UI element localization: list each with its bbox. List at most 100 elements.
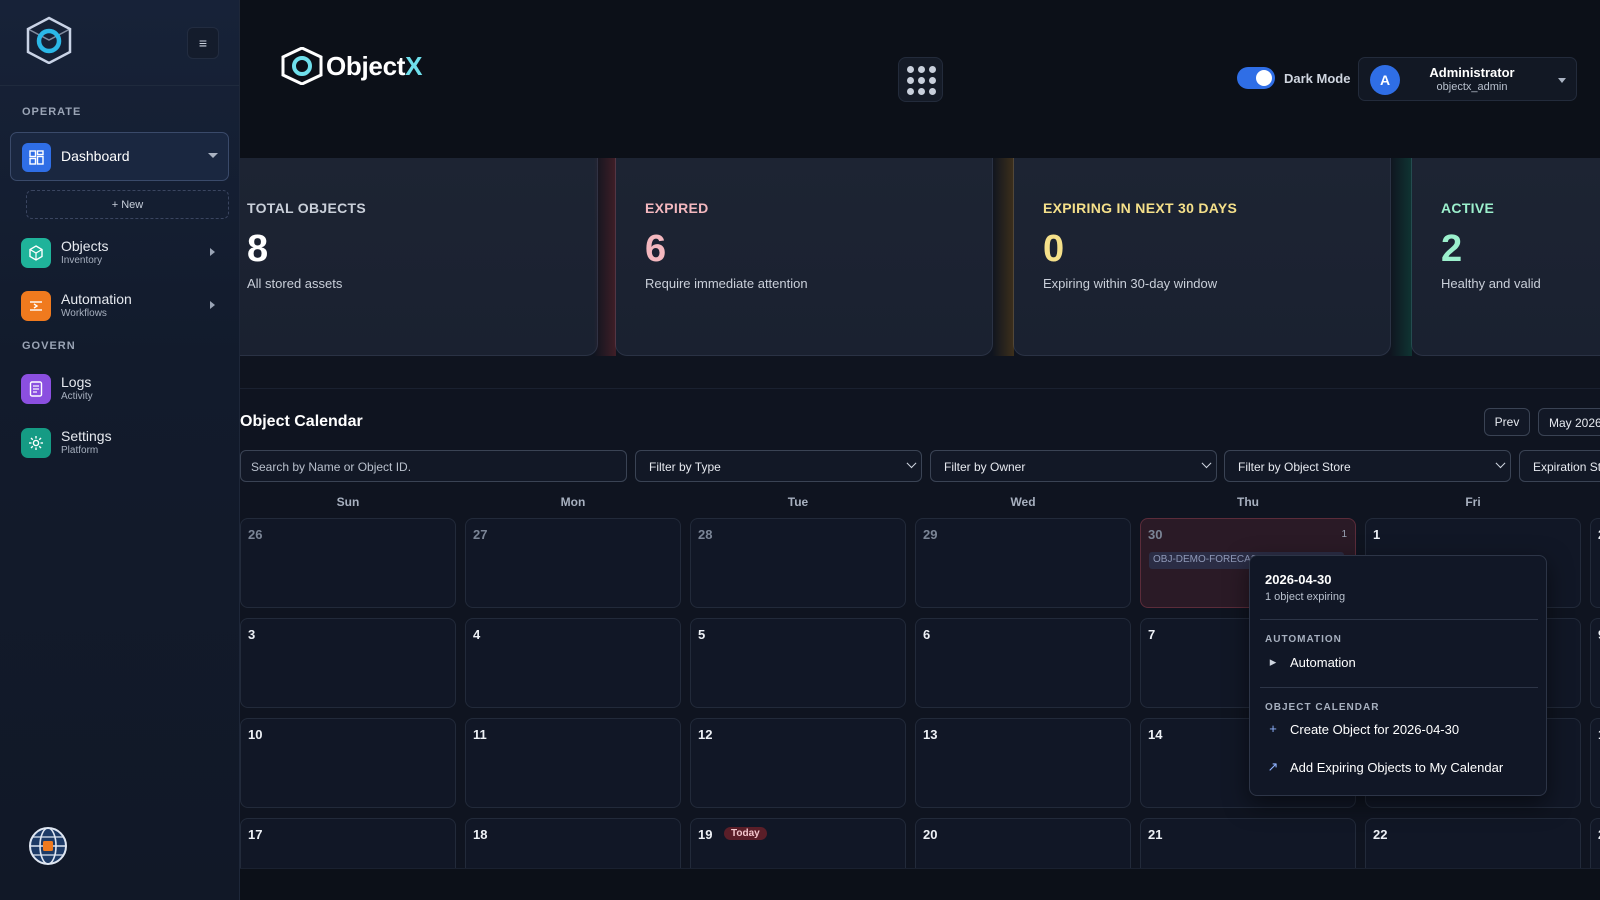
calendar-day[interactable]: 9 — [1590, 618, 1600, 708]
sidebar-item-automation[interactable]: Automation Workflows — [21, 289, 231, 323]
event-count-badge: 1 — [1341, 529, 1347, 540]
chevron-down-icon[interactable] — [208, 153, 218, 158]
popup-section-calendar: OBJECT CALENDAR — [1265, 702, 1380, 713]
footer-bar — [240, 868, 1600, 900]
weekday-label: Mon — [560, 495, 586, 509]
calendar-day[interactable]: 19 Today — [690, 818, 906, 868]
objectx-logo-icon[interactable] — [24, 16, 74, 64]
month-selector[interactable]: May 2026 — [1538, 408, 1600, 436]
day-number: 26 — [248, 527, 263, 542]
calendar-day[interactable]: 22 — [1365, 818, 1581, 868]
chevron-down-icon — [1558, 78, 1566, 83]
calendar-day[interactable]: 16 — [1590, 718, 1600, 808]
sidebar-item-dashboard[interactable]: Dashboard — [10, 132, 229, 181]
sidebar-item-objects[interactable]: Objects Inventory — [21, 236, 231, 270]
day-number: 18 — [473, 827, 488, 842]
weekday-label: Fri — [1465, 495, 1481, 509]
calendar-day[interactable]: 2 — [1590, 518, 1600, 608]
sidebar-item-logs[interactable]: Logs Activity — [21, 372, 231, 406]
calendar-day[interactable]: 20 — [915, 818, 1131, 868]
calendar-day[interactable]: 26 — [240, 518, 456, 608]
calendar-day[interactable]: 28 — [690, 518, 906, 608]
day-number: 20 — [923, 827, 938, 842]
chevron-right-icon[interactable] — [210, 248, 215, 256]
day-number: 19 — [698, 827, 713, 842]
top-header: ObjectX Dark Mode A Administrator object… — [240, 0, 1600, 158]
stat-value: 0 — [1043, 228, 1065, 270]
stat-card-total[interactable]: TOTAL OBJECTS 8 All stored assets — [240, 158, 598, 356]
stat-label: TOTAL OBJECTS — [247, 200, 367, 216]
calendar-day[interactable]: 3 — [240, 618, 456, 708]
calendar-day[interactable]: 5 — [690, 618, 906, 708]
dark-mode-toggle[interactable] — [1237, 67, 1275, 89]
calendar-day[interactable]: 18 — [465, 818, 681, 868]
calendar-day[interactable]: 11 — [465, 718, 681, 808]
day-number: 3 — [248, 627, 256, 642]
day-number: 28 — [698, 527, 713, 542]
sidebar-item-subtitle: Workflows — [61, 308, 107, 319]
brand[interactable]: ObjectX — [280, 47, 422, 85]
stat-label: EXPIRING IN NEXT 30 DAYS — [1043, 200, 1238, 216]
filter-expiration-select[interactable]: Expiration Status — [1519, 450, 1600, 482]
filter-owner-select[interactable]: Filter by Owner — [930, 450, 1217, 482]
popup-item-automation[interactable]: ▸ Automation — [1266, 654, 1536, 674]
day-number: 10 — [248, 727, 263, 742]
grid-icon — [907, 66, 936, 95]
stat-label: ACTIVE — [1441, 200, 1495, 216]
user-name: Administrator — [1429, 65, 1515, 80]
calendar-day[interactable]: 23 — [1590, 818, 1600, 868]
sidebar: ≡ OPERATE Dashboard + New Objects Invent… — [0, 0, 240, 900]
calendar-day[interactable]: 27 — [465, 518, 681, 608]
day-number: 13 — [923, 727, 938, 742]
brand-name: ObjectX — [326, 50, 423, 81]
calendar-day[interactable]: 21 — [1140, 818, 1356, 868]
popup-item-create-object[interactable]: + Create Object for 2026-04-30 — [1266, 721, 1536, 741]
chevron-right-icon: ▸ — [1269, 654, 1277, 669]
gear-icon — [21, 428, 51, 458]
sidebar-menu-button[interactable]: ≡ — [187, 27, 219, 59]
weekday-label: Tue — [787, 495, 809, 509]
globe-icon[interactable] — [28, 826, 68, 866]
popup-section-automation: AUTOMATION — [1265, 634, 1342, 645]
filter-type-select[interactable]: Filter by Type — [635, 450, 922, 482]
calendar-title: Object Calendar — [240, 413, 363, 430]
sidebar-item-title: Objects — [61, 238, 109, 254]
section-govern: GOVERN — [22, 340, 76, 352]
day-number: 22 — [1373, 827, 1388, 842]
day-number: 5 — [698, 627, 706, 642]
sidebar-item-title: Automation — [61, 291, 132, 307]
day-number: 21 — [1148, 827, 1163, 842]
calendar-day[interactable]: 4 — [465, 618, 681, 708]
calendar-day[interactable]: 13 — [915, 718, 1131, 808]
calendar-day[interactable]: 17 — [240, 818, 456, 868]
calendar-day[interactable]: 29 — [915, 518, 1131, 608]
stat-card-active[interactable]: ACTIVE 2 Healthy and valid — [1390, 158, 1600, 356]
sidebar-item-subtitle: Platform — [61, 445, 99, 456]
stat-card-expired[interactable]: EXPIRED 6 Require immediate attention — [594, 158, 993, 356]
day-number: 17 — [248, 827, 263, 842]
dark-mode-label: Dark Mode — [1284, 71, 1351, 86]
sidebar-item-title: Settings — [61, 428, 112, 444]
popup-item-add-to-calendar[interactable]: ↗ Add Expiring Objects to My Calendar — [1266, 759, 1536, 779]
stat-description: Expiring within 30-day window — [1043, 276, 1218, 291]
weekday-label: Thu — [1237, 495, 1259, 509]
chevron-right-icon[interactable] — [210, 301, 215, 309]
prev-month-button[interactable]: Prev — [1484, 408, 1530, 436]
stat-value: 8 — [247, 228, 269, 270]
popup-date: 2026-04-30 — [1265, 572, 1332, 587]
search-input[interactable]: Search by Name or Object ID. — [240, 450, 627, 482]
weekday-label: Sun — [336, 495, 360, 509]
stat-card-expiring[interactable]: EXPIRING IN NEXT 30 DAYS 0 Expiring with… — [992, 158, 1391, 356]
new-dashboard-button[interactable]: + New — [26, 190, 229, 219]
calendar-day[interactable]: 10 — [240, 718, 456, 808]
filter-store-select[interactable]: Filter by Object Store — [1224, 450, 1511, 482]
sidebar-item-title: Logs — [61, 374, 92, 390]
user-menu[interactable]: A Administrator objectx_admin — [1358, 57, 1577, 101]
day-context-menu: 2026-04-30 1 object expiring AUTOMATION … — [1249, 555, 1547, 796]
stat-description: All stored assets — [247, 276, 343, 291]
sidebar-item-settings[interactable]: Settings Platform — [21, 426, 231, 460]
calendar-day[interactable]: 12 — [690, 718, 906, 808]
app-launcher-button[interactable] — [898, 57, 943, 102]
day-number: 6 — [923, 627, 931, 642]
calendar-day[interactable]: 6 — [915, 618, 1131, 708]
